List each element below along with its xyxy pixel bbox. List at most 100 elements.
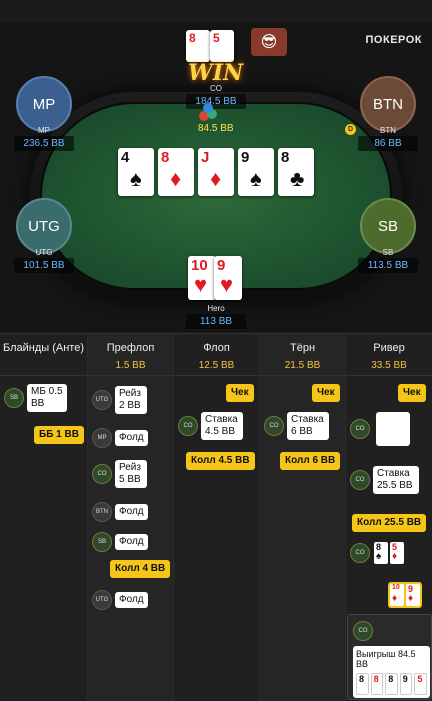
btn-stack: 86 BB (358, 136, 418, 151)
winning-card-3: 8 (385, 673, 398, 695)
street-header-turn: Тёрн 21.5 BB (260, 334, 345, 376)
action-text: Фолд (115, 430, 148, 446)
winner-text: Выигрыш 84.5 BB (356, 649, 416, 669)
street-title-river: Ривер (373, 342, 405, 354)
board-card-2: 8 ♦ (158, 148, 194, 196)
card-rank: 8 (373, 674, 379, 684)
street-header-flop: Флоп 12.5 BB (174, 334, 259, 376)
co-card-2: 5 (210, 30, 234, 62)
seat-sb[interactable]: SB (360, 198, 416, 254)
sb-stack: 113.5 BB (358, 258, 418, 273)
card-rank: 8 (388, 674, 394, 684)
action-turn-call: Колл 6 BB (280, 452, 341, 470)
position-badge: CO (92, 464, 112, 484)
seat-utg[interactable]: UTG (16, 198, 72, 254)
street-column-turn: Тёрн 21.5 BB Чек CO Ставка 6 BB Колл 6 B… (260, 334, 346, 701)
position-badge: CO (350, 419, 370, 439)
board-card-1: 4 ♠ (118, 148, 154, 196)
card-rank: 8 (359, 674, 365, 684)
mp-seat-label: MP (38, 126, 50, 135)
hero-show-card-1: 10 ♦ (390, 584, 404, 606)
action-river-show: CO 8 ♠ 5 ♦ (350, 542, 404, 564)
show-card-2: 5 ♦ (390, 542, 404, 564)
street-column-preflop: Префлоп 1.5 BB UTG Рейз 2 BB MP Фолд CO … (88, 334, 174, 701)
pot-chips-icon (198, 102, 220, 122)
action-text: Фолд (115, 534, 148, 550)
btn-seat-label: BTN (380, 126, 396, 135)
action-text: Рейз 2 BB (115, 386, 147, 414)
action-flop-call: Колл 4.5 BB (186, 452, 255, 470)
win-badge: WIN (188, 60, 244, 86)
board-card-5-rank: 8 (281, 149, 290, 166)
hero-card-2: 9 ♥ (214, 256, 242, 300)
board-card-5-suit: ♣ (290, 166, 305, 191)
street-title-flop: Флоп (203, 342, 230, 354)
action-text: МБ 0.5 BB (27, 384, 67, 412)
position-badge: CO (350, 543, 370, 563)
seat-mp-avatar: MP (32, 95, 56, 113)
co-seat-label: CO (210, 84, 222, 93)
winner-avatar-icon: 😎 (251, 28, 287, 56)
position-badge: CO (264, 416, 284, 436)
street-title-blinds: Блайнды (Анте) (2, 342, 84, 354)
street-header-blinds: Блайнды (Анте) (0, 334, 87, 376)
seat-btn-avatar: BTN (373, 95, 403, 113)
board-card-1-suit: ♠ (130, 166, 142, 191)
street-column-flop: Флоп 12.5 BB Чек CO Ставка 4.5 BB Колл 4… (174, 334, 260, 701)
card-suit: ♦ (392, 593, 398, 604)
card-rank: 10 (392, 584, 400, 591)
action-river-check: Чек (398, 384, 426, 402)
seat-btn[interactable]: BTN (360, 76, 416, 132)
action-text: Ставка 6 BB (287, 412, 329, 440)
mp-stack: 236.5 BB (14, 136, 74, 151)
emoji-icon: 😎 (376, 412, 410, 446)
co-card-1-rank: 8 (189, 31, 196, 45)
action-blinds-sb: SB МБ 0.5 BB (4, 384, 67, 412)
co-card-1: 8 (186, 30, 210, 62)
hero-card-1-suit: ♥ (194, 272, 208, 297)
show-card-1: 8 ♠ (374, 542, 388, 564)
street-column-blinds: Блайнды (Анте) SB МБ 0.5 BB ББ 1 BB (0, 334, 88, 701)
position-badge: UTG (92, 390, 112, 410)
action-turn-bet: CO Ставка 6 BB (264, 412, 329, 440)
co-card-2-rank: 5 (213, 31, 220, 45)
hero-card-2-suit: ♥ (220, 272, 234, 297)
street-pot-preflop: 1.5 BB (115, 360, 146, 371)
poker-table-area: ПОКЕРОК 8 5 WIN 😎 CO 184.5 BB 84.5 BB MP… (0, 22, 432, 332)
dealer-button-icon: D (345, 124, 356, 135)
action-preflop-btn: BTN Фолд (92, 502, 148, 522)
top-bar (0, 0, 432, 22)
action-bb: ББ 1 BB (34, 426, 84, 444)
seat-mp[interactable]: MP (16, 76, 72, 132)
board-card-2-rank: 8 (161, 149, 170, 166)
seat-sb-avatar: SB (377, 217, 398, 235)
action-turn-check: Чек (312, 384, 340, 402)
street-pot-turn: 21.5 BB (284, 360, 321, 371)
pot-amount: 84.5 BB (198, 123, 234, 134)
action-text: Фолд (115, 592, 148, 608)
position-badge: UTG (92, 590, 112, 610)
board-card-2-suit: ♦ (170, 166, 182, 191)
board-card-1-rank: 4 (121, 149, 130, 166)
street-title-preflop: Префлоп (106, 342, 155, 354)
card-suit: ♠ (376, 551, 382, 562)
board-card-4: 9 ♠ (238, 148, 274, 196)
sb-seat-label: SB (382, 248, 394, 257)
action-river-bet: CO Ставка 25.5 BB (350, 466, 419, 494)
card-suit: ♦ (392, 551, 398, 562)
board-card-5: 8 ♣ (278, 148, 314, 196)
hero-seat-label: Hero (207, 304, 225, 313)
position-badge: CO (353, 621, 373, 641)
winning-card-1: 8 (356, 673, 369, 695)
action-preflop-call: Колл 4 BB (110, 560, 171, 578)
board-card-4-suit: ♠ (250, 166, 262, 191)
street-title-turn: Тёрн (289, 342, 316, 354)
action-preflop-utg-fold: UTG Фолд (92, 590, 148, 610)
card-suit: ♦ (408, 593, 414, 604)
position-badge: MP (92, 428, 112, 448)
board-card-3-suit: ♦ (210, 166, 222, 191)
seat-utg-avatar: UTG (28, 217, 60, 235)
utg-seat-label: UTG (35, 248, 53, 257)
position-badge: SB (92, 532, 112, 552)
winning-hand: 8 8 8 9 5 (356, 673, 427, 695)
